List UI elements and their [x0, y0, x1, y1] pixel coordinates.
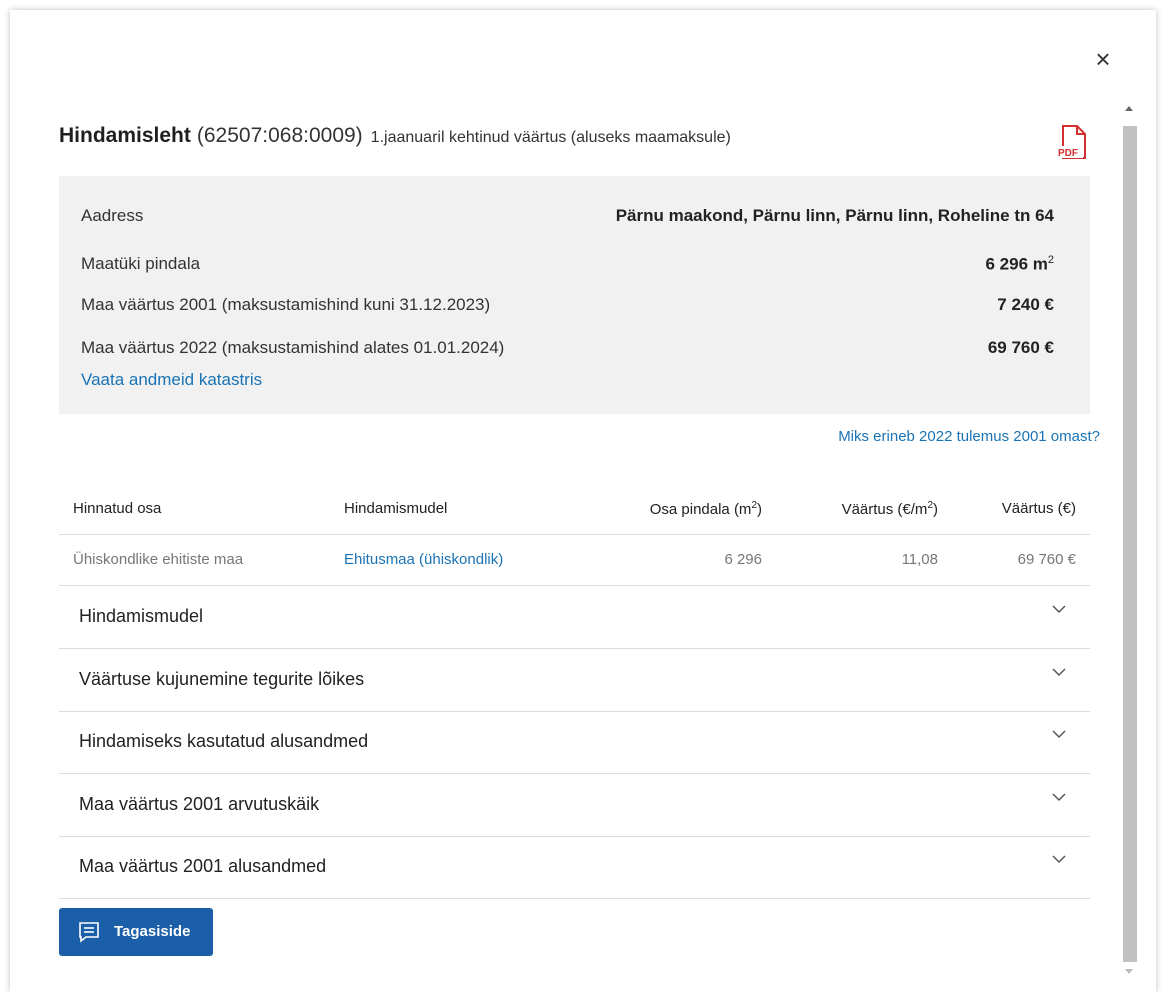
accordion-label: Hindamiseks kasutatud alusandmed [79, 731, 369, 751]
summary-value: 7 240 € [997, 295, 1054, 314]
summary-value: Pärnu maakond, Pärnu linn, Pärnu linn, R… [615, 206, 1054, 225]
summary-panel: Aadress Pärnu maakond, Pärnu linn, Pärnu… [59, 176, 1090, 414]
summary-row-value-2001: Maa väärtus 2001 (maksustamishind kuni 3… [81, 291, 1054, 321]
scrollbar[interactable] [1120, 100, 1140, 982]
accordion-value-factors[interactable]: Väärtuse kujunemine tegurite lõikes [59, 649, 1090, 712]
accordion-2001-base-data[interactable]: Maa väärtus 2001 alusandmed [59, 836, 1090, 899]
title-code: (62507:068:0009) [196, 124, 363, 147]
valuation-table: Hinnatud osa Hindamismudel Osa pindala (… [59, 484, 1090, 586]
cell-value: 69 760 € [1017, 551, 1076, 568]
header-value-per-m: Väärtus (€/m2) [841, 500, 938, 518]
header-model: Hindamismudel [344, 500, 448, 517]
cell-area: 6 296 [724, 551, 762, 568]
header-value: Väärtus (€) [1001, 500, 1076, 517]
summary-value: 6 296 m2 [985, 254, 1054, 274]
accordion-label: Maa väärtus 2001 alusandmed [79, 856, 327, 876]
summary-row-value-2022: Maa väärtus 2022 (maksustamishind alates… [81, 334, 1054, 364]
title-main: Hindamisleht [59, 124, 191, 147]
summary-key: Maa väärtus 2022 (maksustamishind alates… [81, 338, 505, 357]
pdf-label: PDF [1058, 148, 1078, 159]
scroll-thumb[interactable] [1123, 126, 1137, 962]
accordion-base-data[interactable]: Hindamiseks kasutatud alusandmed [59, 711, 1090, 774]
cadastre-link[interactable]: Vaata andmeid katastris [81, 370, 262, 390]
pdf-icon[interactable]: PDF [1057, 124, 1089, 162]
scroll-up-arrow[interactable] [1125, 106, 1133, 111]
summary-key: Aadress [81, 206, 144, 225]
chevron-down-icon [1052, 793, 1066, 802]
cell-value-per-m: 11,08 [901, 551, 938, 568]
page-title: Hindamisleht (62507:068:0009) 1.jaanuaril … [59, 124, 1089, 164]
table-header: Hinnatud osa Hindamismudel Osa pindala (… [59, 484, 1090, 535]
summary-value: 69 760 € [987, 338, 1054, 357]
chevron-down-icon [1052, 730, 1066, 739]
cell-model-link[interactable]: Ehitusmaa (ühiskondlik) [344, 551, 503, 568]
feedback-label: Tagasiside [114, 923, 191, 940]
summary-row-area: Maatüki pindala 6 296 m2 [81, 250, 1054, 280]
header-area: Osa pindala (m2) [649, 500, 762, 518]
header-part: Hinnatud osa [73, 500, 162, 517]
accordion-label: Väärtuse kujunemine tegurite lõikes [79, 669, 365, 689]
summary-row-address: Aadress Pärnu maakond, Pärnu linn, Pärnu… [81, 202, 1054, 232]
accordion-label: Maa väärtus 2001 arvutuskäik [79, 794, 320, 814]
close-icon[interactable]: × [1088, 44, 1118, 74]
chevron-down-icon [1052, 855, 1066, 864]
cell-part: Ühiskondlike ehitiste maa [73, 551, 244, 568]
accordion-label: Hindamismudel [79, 606, 204, 626]
chevron-down-icon [1052, 668, 1066, 677]
accordion-2001-calculation[interactable]: Maa väärtus 2001 arvutuskäik [59, 774, 1090, 837]
summary-key: Maatüki pindala [81, 254, 201, 273]
title-subtitle: 1.jaanuaril kehtinud väärtus (aluseks ma… [370, 129, 731, 146]
chevron-down-icon [1052, 605, 1066, 614]
summary-key: Maa väärtus 2001 (maksustamishind kuni 3… [81, 295, 491, 314]
accordion-valuation-model[interactable]: Hindamismudel [59, 586, 1090, 649]
feedback-button[interactable]: Tagasiside [59, 908, 213, 956]
scroll-down-arrow[interactable] [1125, 969, 1133, 974]
why-difference-link[interactable]: Miks erineb 2022 tulemus 2001 omast? [838, 428, 1100, 445]
message-icon [79, 922, 99, 943]
table-row: Ühiskondlike ehitiste maa Ehitusmaa (ühi… [59, 535, 1090, 586]
